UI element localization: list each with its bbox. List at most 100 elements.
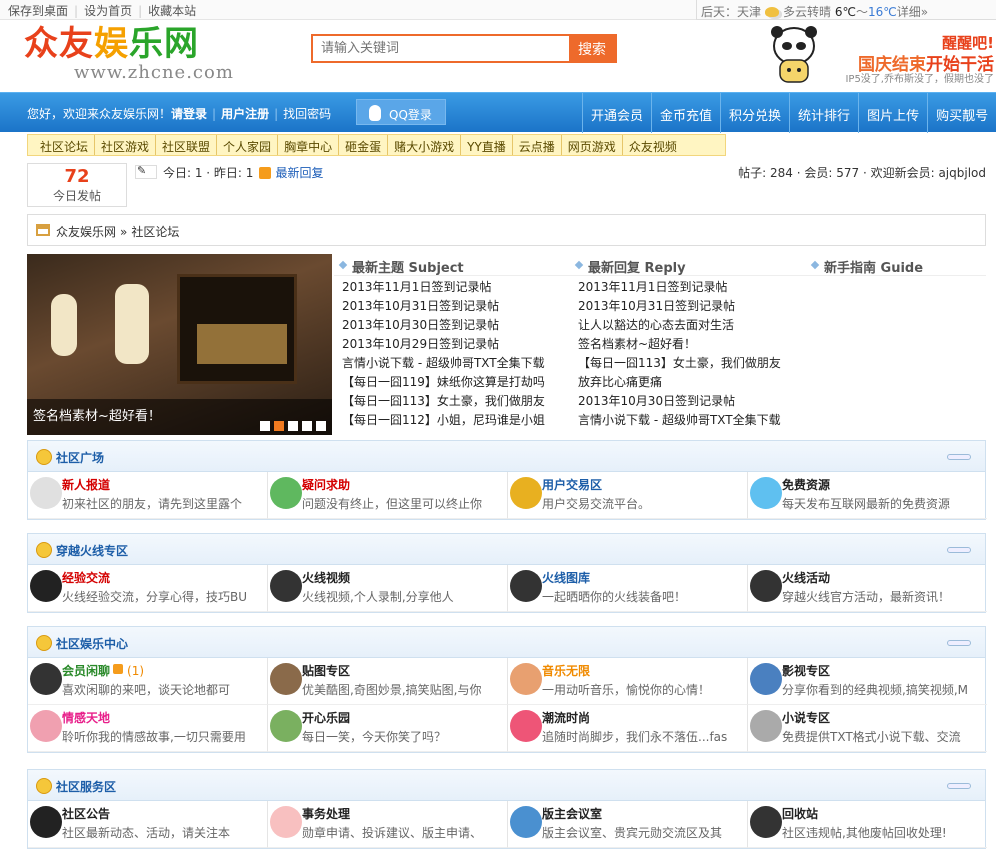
- rss-icon[interactable]: [259, 167, 272, 179]
- section-title[interactable]: 社区广场: [56, 449, 104, 466]
- latest-reply-item[interactable]: 【每日一囧113】女土豪，我们做朋友: [578, 354, 806, 373]
- collapse-toggle-icon[interactable]: [947, 783, 971, 789]
- subnav-forum[interactable]: 社区论坛: [34, 135, 96, 155]
- forum-link[interactable]: 用户交易区: [542, 478, 602, 492]
- nav-item-points[interactable]: 积分兑换: [720, 93, 789, 133]
- subnav-video[interactable]: 众友视频: [623, 135, 683, 155]
- section-title[interactable]: 社区服务区: [56, 778, 116, 795]
- forum-link[interactable]: 版主会议室: [542, 807, 602, 821]
- latest-reply-item[interactable]: 2013年10月30日签到记录帖: [578, 392, 806, 411]
- subnav-dice[interactable]: 赌大小游戏: [388, 135, 462, 155]
- subnav-yy-live[interactable]: YY直播: [461, 135, 513, 155]
- forum-link[interactable]: 社区公告: [62, 807, 110, 821]
- nav-item-ranking[interactable]: 统计排行: [789, 93, 858, 133]
- slideshow-dot[interactable]: [302, 421, 312, 431]
- latest-reply-item[interactable]: 言情小说下载 - 超级帅哥TXT全集下载: [578, 411, 806, 430]
- new-post-pencil-icon[interactable]: [135, 164, 157, 179]
- nav-item-vip[interactable]: 开通会员: [582, 93, 651, 133]
- latest-reply-item[interactable]: 2013年10月31日签到记录帖: [578, 297, 806, 316]
- forum-link[interactable]: 经验交流: [62, 571, 110, 585]
- forum-icon[interactable]: [30, 477, 62, 509]
- subnav-vod[interactable]: 云点播: [513, 135, 562, 155]
- search-button[interactable]: 搜索: [569, 36, 615, 61]
- forum-link[interactable]: 潮流时尚: [542, 711, 590, 725]
- latest-subject-item[interactable]: 2013年10月30日签到记录帖: [342, 316, 570, 335]
- subnav-home[interactable]: 个人家园: [217, 135, 279, 155]
- latest-subject-item[interactable]: 【每日一囧112】小姐，尼玛谁是小姐: [342, 411, 570, 430]
- latest-subject-item[interactable]: 【每日一囧119】妹纸你这算是打劫吗: [342, 373, 570, 392]
- forum-link[interactable]: 会员闲聊: [62, 664, 110, 678]
- forum-icon[interactable]: [510, 570, 542, 602]
- slideshow-dot[interactable]: [288, 421, 298, 431]
- collapse-toggle-icon[interactable]: [947, 454, 971, 460]
- forum-icon[interactable]: [30, 710, 62, 742]
- latest-reply-item[interactable]: 签名档素材~超好看！: [578, 335, 806, 354]
- forum-icon[interactable]: [510, 477, 542, 509]
- forum-icon[interactable]: [30, 806, 62, 838]
- latest-reply-link[interactable]: 最新回复: [275, 166, 323, 180]
- forum-link[interactable]: 火线图库: [542, 571, 590, 585]
- forum-link[interactable]: 事务处理: [302, 807, 350, 821]
- forum-icon[interactable]: [750, 806, 782, 838]
- forum-icon[interactable]: [270, 710, 302, 742]
- section-title[interactable]: 社区娱乐中心: [56, 635, 128, 652]
- set-homepage-link[interactable]: 设为首页: [84, 4, 132, 18]
- latest-subject-item[interactable]: 2013年11月1日签到记录帖: [342, 278, 570, 297]
- nav-item-buy-number[interactable]: 购买靓号: [927, 93, 996, 133]
- collapse-toggle-icon[interactable]: [947, 547, 971, 553]
- login-link[interactable]: 请登录: [171, 107, 207, 121]
- slideshow-dot[interactable]: [260, 421, 270, 431]
- forum-icon[interactable]: [270, 477, 302, 509]
- forum-icon[interactable]: [750, 663, 782, 695]
- collapse-toggle-icon[interactable]: [947, 640, 971, 646]
- subnav-league[interactable]: 社区联盟: [156, 135, 218, 155]
- forum-link[interactable]: 小说专区: [782, 711, 830, 725]
- slideshow-dot[interactable]: [274, 421, 284, 431]
- bookmark-link[interactable]: 收藏本站: [148, 4, 196, 18]
- forum-link[interactable]: 开心乐园: [302, 711, 350, 725]
- forum-icon[interactable]: [270, 570, 302, 602]
- latest-subject-item[interactable]: 2013年10月31日签到记录帖: [342, 297, 570, 316]
- forum-icon[interactable]: [270, 663, 302, 695]
- latest-subject-item[interactable]: 言情小说下载 - 超级帅哥TXT全集下载: [342, 354, 570, 373]
- forum-link[interactable]: 火线活动: [782, 571, 830, 585]
- forum-link[interactable]: 新人报道: [62, 478, 110, 492]
- subnav-golden-egg[interactable]: 砸金蛋: [339, 135, 389, 155]
- forum-icon[interactable]: [510, 806, 542, 838]
- forum-icon[interactable]: [30, 663, 62, 695]
- forum-link[interactable]: 免费资源: [782, 478, 830, 492]
- forum-link[interactable]: 回收站: [782, 807, 818, 821]
- breadcrumb-current[interactable]: 社区论坛: [131, 225, 179, 239]
- weather-detail-link[interactable]: 详细»: [897, 5, 928, 19]
- nav-item-upload[interactable]: 图片上传: [858, 93, 927, 133]
- forum-icon[interactable]: [750, 570, 782, 602]
- latest-subject-item[interactable]: 2013年10月29日签到记录帖: [342, 335, 570, 354]
- forum-link[interactable]: 贴图专区: [302, 664, 350, 678]
- forum-icon[interactable]: [510, 663, 542, 695]
- site-logo[interactable]: 众友娱乐网 www.zhcne.com: [24, 24, 244, 90]
- search-input[interactable]: [313, 36, 569, 61]
- forum-icon[interactable]: [270, 806, 302, 838]
- forum-icon[interactable]: [750, 710, 782, 742]
- register-link[interactable]: 用户注册: [221, 107, 269, 121]
- slideshow[interactable]: 签名档素材~超好看！: [27, 254, 332, 435]
- header-ad-banner[interactable]: 醒醒吧! 国庆结束开始干活 IP5没了,乔布斯没了，假期也没了: [760, 22, 996, 90]
- forum-link[interactable]: 疑问求助: [302, 478, 350, 492]
- forum-icon[interactable]: [750, 477, 782, 509]
- latest-reply-item[interactable]: 放弃比心痛更痛: [578, 373, 806, 392]
- section-title[interactable]: 穿越火线专区: [56, 542, 128, 559]
- forum-link[interactable]: 火线视频: [302, 571, 350, 585]
- subnav-badges[interactable]: 胸章中心: [278, 135, 340, 155]
- latest-subject-item[interactable]: 【每日一囧113】女土豪，我们做朋友: [342, 392, 570, 411]
- forum-link[interactable]: 情感天地: [62, 711, 110, 725]
- forum-link[interactable]: 音乐无限: [542, 664, 590, 678]
- latest-reply-item[interactable]: 2013年11月1日签到记录帖: [578, 278, 806, 297]
- nav-item-recharge[interactable]: 金币充值: [651, 93, 720, 133]
- recover-password-link[interactable]: 找回密码: [283, 107, 331, 121]
- qq-login-button[interactable]: QQ登录: [356, 99, 446, 125]
- save-to-desktop-link[interactable]: 保存到桌面: [8, 4, 68, 18]
- latest-reply-item[interactable]: 让人以豁达的心态去面对生活: [578, 316, 806, 335]
- forum-link[interactable]: 影视专区: [782, 664, 830, 678]
- slideshow-dot[interactable]: [316, 421, 326, 431]
- forum-icon[interactable]: [510, 710, 542, 742]
